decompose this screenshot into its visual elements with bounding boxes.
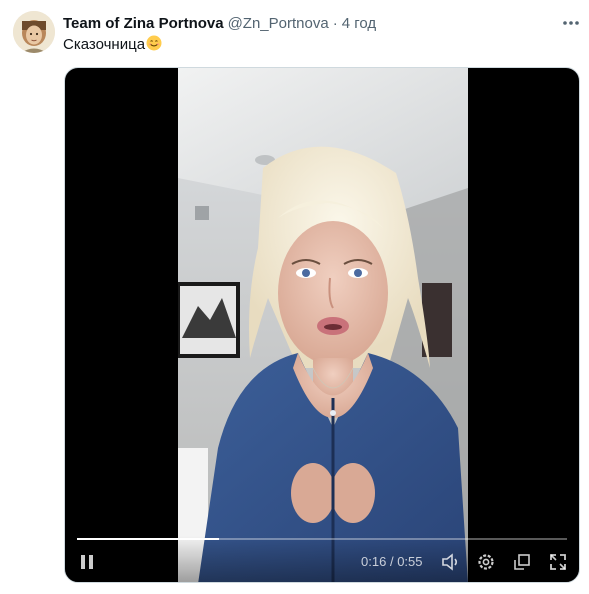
more-options-icon[interactable] [560, 13, 582, 33]
smiling-face-emoji [146, 35, 162, 51]
display-name[interactable]: Team of Zina Portnova [63, 15, 224, 32]
time-separator: / [389, 554, 394, 569]
tweet-header: Team of Zina Portnova @Zn_Portnova · 4 г… [63, 13, 376, 33]
total-duration: 0:55 [397, 554, 423, 569]
progress-bar[interactable] [77, 538, 567, 540]
pause-icon[interactable] [77, 552, 97, 572]
progress-fill [77, 538, 220, 540]
avatar[interactable] [13, 11, 55, 53]
time-readout: 0:16 / 0:55 [361, 554, 423, 569]
tweet-text-content: Сказочница [63, 36, 146, 53]
timestamp[interactable]: 4 год [342, 15, 376, 32]
tweet-text: Сказочница [63, 35, 162, 55]
video-player[interactable]: 0:16 / 0:55 [64, 67, 580, 583]
popout-icon[interactable] [511, 552, 533, 572]
elapsed-time: 0:16 [361, 554, 387, 569]
video-frame[interactable] [178, 68, 468, 582]
separator-dot: · [332, 14, 338, 32]
volume-icon[interactable] [440, 552, 462, 572]
settings-icon[interactable] [475, 552, 497, 572]
video-controls: 0:16 / 0:55 [65, 536, 579, 582]
fullscreen-icon[interactable] [547, 552, 569, 572]
tweet: Team of Zina Portnova @Zn_Portnova · 4 г… [0, 0, 589, 594]
user-handle[interactable]: @Zn_Portnova [228, 15, 329, 32]
